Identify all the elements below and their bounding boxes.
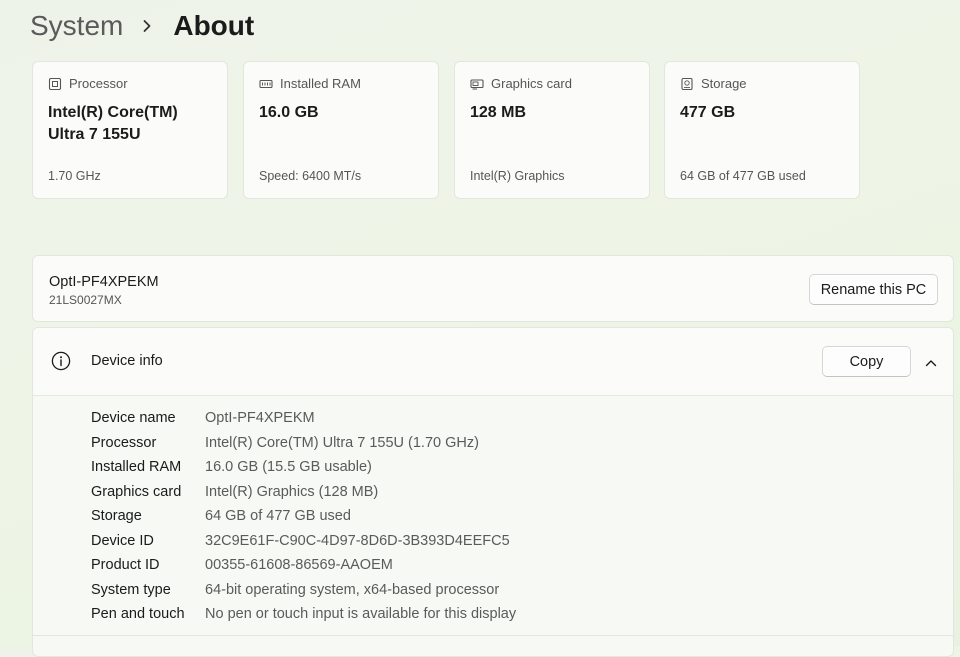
spec-label: Graphics card: [91, 483, 182, 500]
device-info-title: Device info: [91, 353, 163, 369]
ram-icon: [259, 77, 273, 91]
spec-value: No pen or touch input is available for t…: [205, 606, 517, 623]
installed-ram-card-sub: Speed: 6400 MT/s: [259, 169, 362, 183]
chevron-up-icon[interactable]: [921, 353, 941, 373]
rename-pc-button[interactable]: Rename this PC: [809, 274, 938, 305]
spec-label: Installed RAM: [91, 459, 182, 476]
spec-value: 16.0 GB (15.5 GB usable): [205, 459, 372, 476]
copy-button[interactable]: Copy: [822, 346, 911, 377]
pc-model: 21LS0027MX: [49, 293, 122, 307]
divider: [33, 635, 953, 636]
graphics-card-card-sub: Intel(R) Graphics: [470, 169, 565, 183]
processor-card-value: Intel(R) Core(TM) Ultra 7 155U: [48, 104, 178, 143]
pc-name-panel: OptI-PF4XPEKM 21LS0027MX Rename this PC: [32, 255, 954, 322]
spec-value: 64 GB of 477 GB used: [205, 508, 351, 525]
processor-card-sub: 1.70 GHz: [48, 169, 101, 183]
spec-label: Product ID: [91, 557, 160, 574]
info-icon: [51, 351, 71, 371]
spec-label: Processor: [91, 434, 157, 451]
device-info-header[interactable]: Device info Copy: [33, 328, 953, 396]
spec-row-device-name: Device name OptI-PF4XPEKM: [91, 406, 516, 431]
installed-ram-card-value: 16.0 GB: [259, 104, 319, 121]
storage-card-sub: 64 GB of 477 GB used: [680, 169, 806, 183]
spec-label: Device name: [91, 410, 176, 427]
spec-value: 32C9E61F-C90C-4D97-8D6D-3B393D4EEFC5: [205, 532, 510, 549]
installed-ram-card: Installed RAM 16.0 GB Speed: 6400 MT/s: [243, 61, 439, 199]
storage-card: Storage 477 GB 64 GB of 477 GB used: [664, 61, 860, 199]
spec-row-processor: Processor Intel(R) Core(TM) Ultra 7 155U…: [91, 431, 516, 456]
spec-row-storage: Storage 64 GB of 477 GB used: [91, 504, 516, 529]
storage-icon: [680, 77, 694, 91]
spec-row-device-id: Device ID 32C9E61F-C90C-4D97-8D6D-3B393D…: [91, 529, 516, 554]
storage-card-label: Storage: [701, 76, 747, 91]
installed-ram-card-label: Installed RAM: [280, 76, 361, 91]
graphics-card-icon: [470, 77, 484, 91]
processor-card-label: Processor: [69, 76, 128, 91]
graphics-card-card: Graphics card 128 MB Intel(R) Graphics: [454, 61, 650, 199]
pc-name: OptI-PF4XPEKM: [49, 274, 159, 290]
graphics-card-card-value: 128 MB: [470, 104, 527, 121]
breadcrumb: System About: [30, 6, 254, 46]
spec-row-system-type: System type 64-bit operating system, x64…: [91, 578, 516, 603]
device-specs-list: Device name OptI-PF4XPEKM Processor Inte…: [91, 406, 516, 627]
device-info-panel: Device info Copy Device name OptI-PF4XPE…: [32, 327, 954, 657]
storage-card-value: 477 GB: [680, 104, 736, 121]
graphics-card-card-label: Graphics card: [491, 76, 572, 91]
spec-value: Intel(R) Core(TM) Ultra 7 155U (1.70 GHz…: [205, 434, 479, 451]
spec-row-graphics-card: Graphics card Intel(R) Graphics (128 MB): [91, 480, 516, 505]
spec-value: 64-bit operating system, x64-based proce…: [205, 581, 500, 598]
spec-label: Pen and touch: [91, 606, 185, 623]
processor-card: Processor Intel(R) Core(TM) Ultra 7 155U…: [32, 61, 228, 199]
chevron-right-icon: [137, 16, 157, 36]
spec-label: System type: [91, 581, 171, 598]
processor-icon: [48, 77, 62, 91]
breadcrumb-system-link[interactable]: System: [30, 6, 123, 46]
spec-row-product-id: Product ID 00355-61608-86569-AAOEM: [91, 553, 516, 578]
spec-value: 00355-61608-86569-AAOEM: [205, 557, 393, 574]
spec-value: OptI-PF4XPEKM: [205, 410, 315, 427]
spec-row-installed-ram: Installed RAM 16.0 GB (15.5 GB usable): [91, 455, 516, 480]
spec-label: Storage: [91, 508, 142, 525]
spec-label: Device ID: [91, 532, 154, 549]
page-title: About: [173, 10, 255, 41]
spec-row-pen-and-touch: Pen and touch No pen or touch input is a…: [91, 602, 516, 627]
spec-value: Intel(R) Graphics (128 MB): [205, 483, 379, 500]
